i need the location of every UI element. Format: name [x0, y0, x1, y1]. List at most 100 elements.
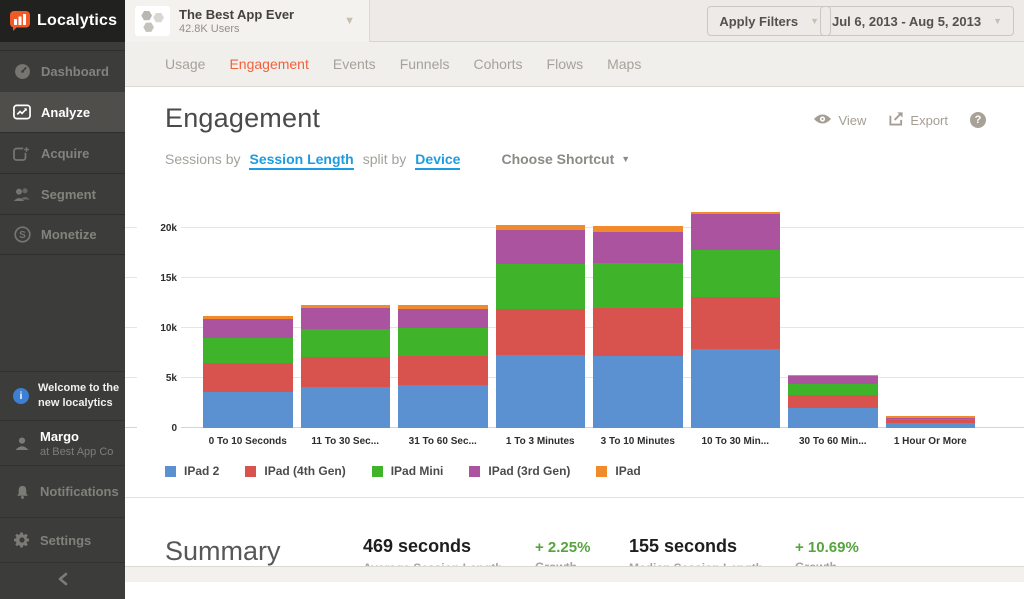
bar-segment[interactable] [691, 214, 781, 250]
bar-segment[interactable] [301, 308, 391, 329]
bar-segment[interactable] [496, 264, 586, 309]
sidebar-collapse-button[interactable] [0, 562, 125, 599]
chart-plot-area: 05k10k15k20k [125, 202, 1024, 428]
stacked-bar[interactable] [691, 212, 781, 428]
welcome-banner[interactable]: i Welcome to the new localytics [0, 371, 125, 420]
welcome-text: Welcome to the new localytics [38, 381, 119, 411]
help-icon[interactable]: ? [970, 112, 986, 128]
tab-funnels[interactable]: Funnels [400, 56, 450, 72]
bar-segment[interactable] [203, 363, 293, 392]
bar-segment[interactable] [788, 408, 878, 428]
tab-flows[interactable]: Flows [547, 56, 584, 72]
y-axis-tick-label: 5k [137, 373, 181, 384]
stacked-bar[interactable] [301, 305, 391, 428]
tab-maps[interactable]: Maps [607, 56, 641, 72]
view-button[interactable]: View [813, 113, 866, 128]
page-content: Engagement View Export ? Sessions by Ses… [125, 87, 1024, 582]
split-selector[interactable]: Device [415, 151, 460, 170]
bar-segment[interactable] [301, 357, 391, 387]
app-selector[interactable]: The Best App Ever 42.8K Users ▼ [125, 0, 370, 42]
bar-segment[interactable] [593, 356, 683, 429]
bar-segment[interactable] [203, 338, 293, 363]
y-axis-tick-label: 10k [137, 323, 181, 334]
bar-segment[interactable] [496, 230, 586, 264]
sidebar: Localytics DashboardAnalyzeAcquireSegmen… [0, 0, 125, 599]
settings-label: Settings [40, 533, 91, 548]
legend-item[interactable]: IPad (3rd Gen) [469, 464, 570, 478]
bar-segment[interactable] [593, 263, 683, 308]
bar-segment[interactable] [788, 376, 878, 384]
bar-segment[interactable] [301, 387, 391, 428]
bar-segment[interactable] [301, 329, 391, 357]
bar-segment[interactable] [203, 392, 293, 428]
sidebar-user[interactable]: Margo at Best App Co [0, 420, 125, 465]
bar-segment[interactable] [398, 356, 488, 385]
stacked-bar[interactable] [788, 375, 878, 429]
app-name: The Best App Ever [179, 7, 294, 22]
stacked-bar[interactable] [203, 316, 293, 428]
apply-filters-button[interactable]: Apply Filters ▼ [707, 6, 831, 36]
x-axis-category-label: 31 To 60 Sec... [398, 436, 488, 447]
bar-segment[interactable] [496, 309, 586, 355]
metric-selector[interactable]: Session Length [249, 151, 353, 170]
segment-icon [13, 187, 31, 202]
bar-segment[interactable] [788, 395, 878, 408]
chevron-down-icon: ▼ [810, 16, 819, 26]
bar-segment[interactable] [398, 385, 488, 428]
x-axis-category-label: 3 To 10 Minutes [593, 436, 683, 447]
query-middle: split by [363, 151, 407, 167]
tab-cohorts[interactable]: Cohorts [474, 56, 523, 72]
stacked-bar[interactable] [496, 225, 586, 428]
sidebar-item-analyze[interactable]: Analyze [0, 91, 125, 132]
stat-value: + 2.25% [535, 536, 597, 556]
date-range-picker[interactable]: Jul 6, 2013 - Aug 5, 2013 ▼ [820, 6, 1014, 36]
bar-segment[interactable] [691, 297, 781, 349]
tab-usage[interactable]: Usage [165, 56, 205, 72]
sidebar-item-segment[interactable]: Segment [0, 173, 125, 214]
localytics-logo[interactable]: Localytics [0, 0, 125, 42]
top-header: The Best App Ever 42.8K Users ▼ Apply Fi… [125, 0, 1024, 42]
chart-legend: IPad 2 IPad (4th Gen) IPad Mini IPad (3rd G… [125, 464, 1024, 478]
export-button[interactable]: Export [888, 111, 948, 129]
bar-segment[interactable] [398, 328, 488, 356]
bar-segment[interactable] [691, 349, 781, 428]
acquire-icon [13, 145, 31, 161]
user-company: at Best App Co [40, 446, 113, 458]
tab-events[interactable]: Events [333, 56, 376, 72]
sidebar-item-acquire[interactable]: Acquire [0, 132, 125, 173]
legend-item[interactable]: IPad 2 [165, 464, 219, 478]
legend-swatch-icon [245, 466, 256, 477]
app-avatar-hexagons-icon [135, 6, 170, 36]
notifications-label: Notifications [40, 484, 119, 499]
bar-segment[interactable] [691, 250, 781, 297]
bar-segment[interactable] [788, 384, 878, 395]
stacked-bar[interactable] [398, 305, 488, 428]
chevron-left-icon [57, 572, 69, 591]
legend-item[interactable]: IPad Mini [372, 464, 444, 478]
localytics-logo-icon [9, 10, 31, 32]
bar-segment[interactable] [203, 319, 293, 338]
bar-segment[interactable] [886, 423, 976, 429]
bar-segment[interactable] [593, 232, 683, 264]
eye-icon [813, 113, 832, 128]
stacked-bar[interactable] [886, 416, 976, 428]
legend-item[interactable]: IPad [596, 464, 640, 478]
x-axis-category-label: 11 To 30 Sec... [301, 436, 391, 447]
tab-engagement[interactable]: Engagement [229, 56, 308, 72]
x-axis-category-label: 30 To 60 Min... [788, 436, 878, 447]
sidebar-item-settings[interactable]: Settings [0, 517, 125, 562]
app-users-count: 42.8K Users [179, 23, 294, 35]
bar-segment[interactable] [593, 308, 683, 356]
logo-text: Localytics [37, 12, 117, 30]
bar-segment[interactable] [496, 355, 586, 428]
bar-segment[interactable] [398, 309, 488, 328]
sidebar-item-notifications[interactable]: Notifications [0, 465, 125, 517]
legend-item[interactable]: IPad (4th Gen) [245, 464, 345, 478]
sidebar-item-monetize[interactable]: SMonetize [0, 214, 125, 255]
stacked-bar[interactable] [593, 226, 683, 428]
y-axis-tick-label: 0 [137, 423, 181, 434]
user-icon [13, 436, 31, 451]
sidebar-item-dashboard[interactable]: Dashboard [0, 50, 125, 91]
x-axis-category-label: 1 To 3 Minutes [496, 436, 586, 447]
choose-shortcut-dropdown[interactable]: Choose Shortcut ▼ [501, 151, 630, 167]
